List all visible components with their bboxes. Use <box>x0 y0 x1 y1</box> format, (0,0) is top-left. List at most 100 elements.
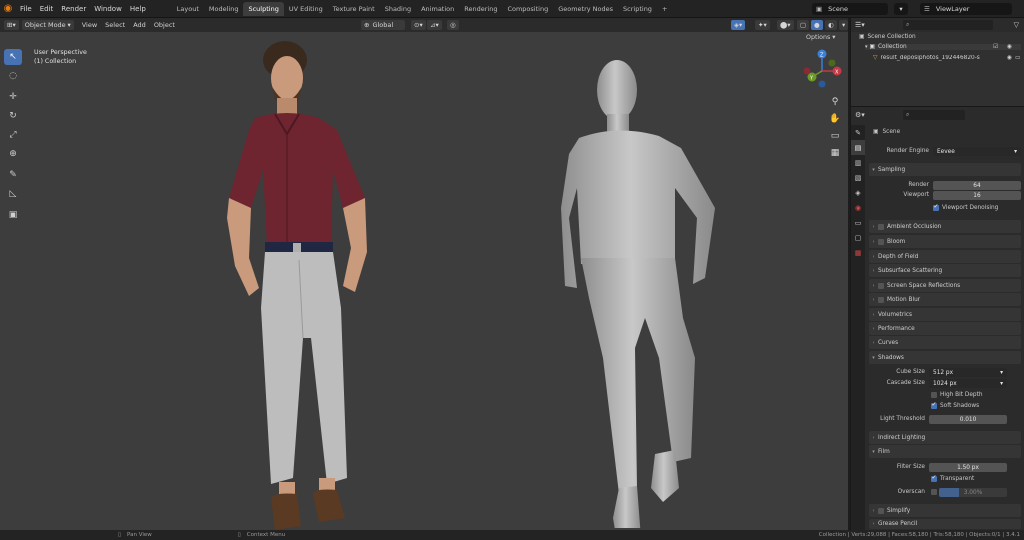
camera-view-icon[interactable]: ▭ <box>828 128 842 145</box>
overscan-field[interactable]: 3.00% <box>939 488 1007 497</box>
viewport-denoising-checkbox[interactable]: Viewport Denoising <box>933 203 998 211</box>
snap-icon[interactable]: ⊿▾ <box>427 20 442 30</box>
pan-hand-icon[interactable]: ✋ <box>828 111 842 128</box>
zoom-icon[interactable]: ⚲ <box>828 94 842 111</box>
scene-selector[interactable]: ▣ Scene <box>812 3 888 15</box>
cursor-tool-icon[interactable]: ◌ <box>4 68 22 84</box>
shading-solid-icon[interactable]: ● <box>811 20 823 30</box>
checkbox-icon[interactable] <box>878 223 884 230</box>
measure-tool-icon[interactable]: ◺ <box>4 186 22 202</box>
viewport-visibility-icon[interactable]: ◈▾ <box>731 20 746 30</box>
object-menu[interactable]: Object <box>154 21 175 29</box>
light-threshold-field[interactable]: 0.010 <box>929 415 1007 424</box>
editor-type-icon[interactable]: ⊞▾ <box>4 20 19 30</box>
add-menu[interactable]: Add <box>133 21 146 29</box>
menu-edit[interactable]: Edit <box>36 5 58 13</box>
sampling-viewport-field[interactable]: 16 <box>933 191 1021 200</box>
view-menu[interactable]: View <box>82 21 97 29</box>
tab-geometry-nodes[interactable]: Geometry Nodes <box>553 2 618 16</box>
panel-film[interactable]: ▾ Film <box>869 445 1021 458</box>
filter-icon[interactable]: ▽ <box>1014 21 1019 29</box>
panel-curves[interactable]: › Curves <box>869 336 1021 349</box>
panel-subsurface-scattering[interactable]: › Subsurface Scattering <box>869 264 1021 277</box>
texture-tab-icon[interactable]: ▦ <box>851 245 865 260</box>
perspective-toggle-icon[interactable]: ▦ <box>828 145 842 162</box>
xray-icon[interactable]: ▢ <box>797 20 810 30</box>
tab-compositing[interactable]: Compositing <box>502 2 553 16</box>
checkbox-icon[interactable] <box>878 296 884 303</box>
checkbox-icon[interactable] <box>878 282 884 289</box>
camera-icon[interactable]: ▭ <box>1015 55 1020 61</box>
panel-grease-pencil[interactable]: › Grease Pencil <box>869 519 1021 529</box>
eye-icon[interactable]: ◉ <box>1007 55 1012 61</box>
view-layer-tab-icon[interactable]: ▧ <box>851 170 865 185</box>
object-tab-icon[interactable]: ▢ <box>851 230 865 245</box>
tab-modeling[interactable]: Modeling <box>204 2 244 16</box>
tab-animation[interactable]: Animation <box>416 2 459 16</box>
panel-motion-blur[interactable]: › Motion Blur <box>869 293 1021 306</box>
outliner-object[interactable]: ▽ result_deposiphotos_192446820-s ◉ ▭ <box>873 55 1021 61</box>
scene-tab-icon[interactable]: ◈ <box>851 185 865 200</box>
tweak-tool-icon[interactable]: ↖ <box>4 49 22 65</box>
cube-size-dropdown[interactable]: 512 px ▾ <box>929 368 1007 377</box>
collection-tab-icon[interactable]: ▭ <box>851 215 865 230</box>
cascade-size-dropdown[interactable]: 1024 px ▾ <box>929 379 1007 388</box>
panel-shadows[interactable]: ▾ Shadows <box>869 351 1021 364</box>
high-bit-depth-checkbox[interactable]: High Bit Depth <box>931 392 983 398</box>
options-dropdown[interactable]: Options ▾ <box>806 34 835 41</box>
checkbox-icon[interactable] <box>878 238 884 245</box>
proportional-icon[interactable]: ◎ <box>447 20 459 30</box>
gizmo-icon[interactable]: ✦▾ <box>755 20 770 30</box>
menu-help[interactable]: Help <box>126 5 150 13</box>
add-workspace-button[interactable]: + <box>657 2 672 16</box>
view-layer-selector[interactable]: ☰ ViewLayer <box>920 3 1012 15</box>
menu-render[interactable]: Render <box>57 5 90 13</box>
sculpted-mesh[interactable] <box>555 58 730 528</box>
transform-tool-icon[interactable]: ⊕ <box>4 146 22 162</box>
panel-ambient-occlusion[interactable]: › Ambient Occlusion <box>869 220 1021 233</box>
world-tab-icon[interactable]: ◉ <box>851 200 865 215</box>
menu-window[interactable]: Window <box>90 5 126 13</box>
properties-search-input[interactable]: ⌕ <box>903 110 965 120</box>
pivot-icon[interactable]: ⊙▾ <box>411 20 426 30</box>
checkbox-icon[interactable] <box>878 507 884 514</box>
properties-editor-icon[interactable]: ⚙▾ <box>855 111 865 119</box>
panel-sampling[interactable]: ▾ Sampling <box>869 163 1021 176</box>
panel-indirect-lighting[interactable]: › Indirect Lighting <box>869 431 1021 444</box>
add-cube-tool-icon[interactable]: ▣ <box>4 207 22 223</box>
outliner-scene-collection[interactable]: ▣ Scene Collection <box>859 34 916 40</box>
tool-tab-icon[interactable]: ✎ <box>851 125 865 140</box>
tab-scripting[interactable]: Scripting <box>618 2 657 16</box>
rotate-tool-icon[interactable]: ↻ <box>4 108 22 124</box>
sampling-render-field[interactable]: 64 <box>933 181 1021 190</box>
reference-photo-person[interactable] <box>215 38 405 530</box>
panel-depth-of-field[interactable]: › Depth of Field <box>869 250 1021 263</box>
scene-browse-icon[interactable]: ▾ <box>894 3 908 15</box>
tab-rendering[interactable]: Rendering <box>459 2 502 16</box>
move-tool-icon[interactable]: ✛ <box>4 89 22 105</box>
output-tab-icon[interactable]: ▥ <box>851 155 865 170</box>
shading-dropdown-icon[interactable]: ▾ <box>839 20 849 30</box>
outliner-search-input[interactable]: ⌕ <box>903 20 993 30</box>
tab-texture-paint[interactable]: Texture Paint <box>328 2 380 16</box>
panel-bloom[interactable]: › Bloom <box>869 235 1021 248</box>
tab-uv-editing[interactable]: UV Editing <box>284 2 328 16</box>
render-tab-icon[interactable]: ▤ <box>851 140 865 155</box>
checkbox-icon[interactable]: ☑ <box>993 44 998 50</box>
eye-icon[interactable]: ◉ <box>1007 44 1012 50</box>
navigation-gizmo[interactable]: Z X Y <box>800 46 846 92</box>
tab-shading[interactable]: Shading <box>380 2 416 16</box>
panel-performance[interactable]: › Performance <box>869 322 1021 335</box>
overlay-icon[interactable]: ⬤▾ <box>777 20 794 30</box>
filter-size-field[interactable]: 1.50 px <box>929 463 1007 472</box>
tab-sculpting[interactable]: Sculpting <box>243 1 284 16</box>
3d-viewport[interactable]: User Perspective (1) Collection Options … <box>0 32 848 530</box>
tab-layout[interactable]: Layout <box>172 2 204 16</box>
outliner-editor-icon[interactable]: ☰▾ <box>855 21 865 29</box>
scale-tool-icon[interactable]: ⤢ <box>4 127 22 143</box>
annotate-tool-icon[interactable]: ✎ <box>4 167 22 183</box>
transparent-checkbox[interactable]: Transparent <box>931 474 974 482</box>
shading-material-icon[interactable]: ◐ <box>825 20 837 30</box>
panel-simplify[interactable]: › Simplify <box>869 504 1021 517</box>
mode-dropdown[interactable]: Object Mode ▾ <box>21 20 74 30</box>
